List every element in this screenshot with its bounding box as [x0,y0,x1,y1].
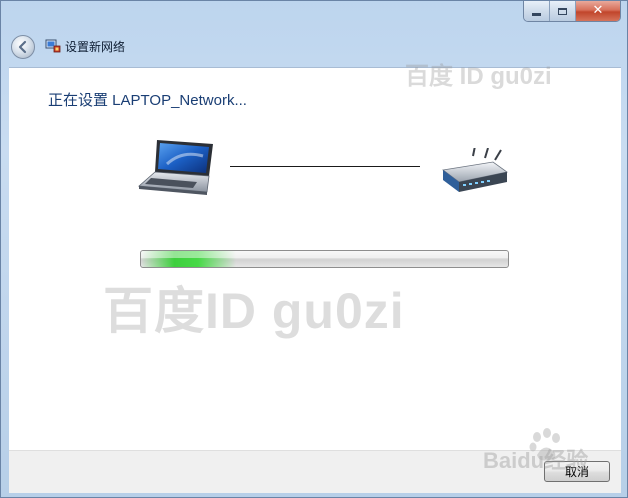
watermark-top: 百度 ID gu0zi [405,63,552,90]
close-button[interactable]: ✕ [576,1,620,21]
baidu-watermark-text: Baidu经验 [483,448,589,473]
page-heading: 正在设置 LAPTOP_Network... [48,92,247,109]
content-pane: 正在设置 LAPTOP_Network... [9,67,621,451]
progress-gloss [141,251,508,259]
router-icon [442,148,508,192]
minimize-icon [532,12,541,16]
back-button[interactable] [11,35,35,59]
setup-progress-bar [140,250,509,268]
minimize-button[interactable] [524,1,550,21]
baidu-watermark: Baidu经验 [479,425,628,475]
maximize-icon [558,7,567,15]
laptop-icon [138,140,213,195]
window-title: 设置新网络 [65,40,126,54]
watermark-center: 百度ID gu0zi [103,283,405,339]
caption-buttons: ✕ [523,1,621,22]
maximize-button[interactable] [550,1,576,21]
network-setup-icon [45,39,61,53]
connection-line [230,166,420,167]
close-icon: ✕ [592,3,604,18]
window-frame: ✕ 设置新网络 正在设置 LAPTOP_Network... 百度 ID gu0… [0,0,628,498]
back-arrow-icon [18,40,27,54]
